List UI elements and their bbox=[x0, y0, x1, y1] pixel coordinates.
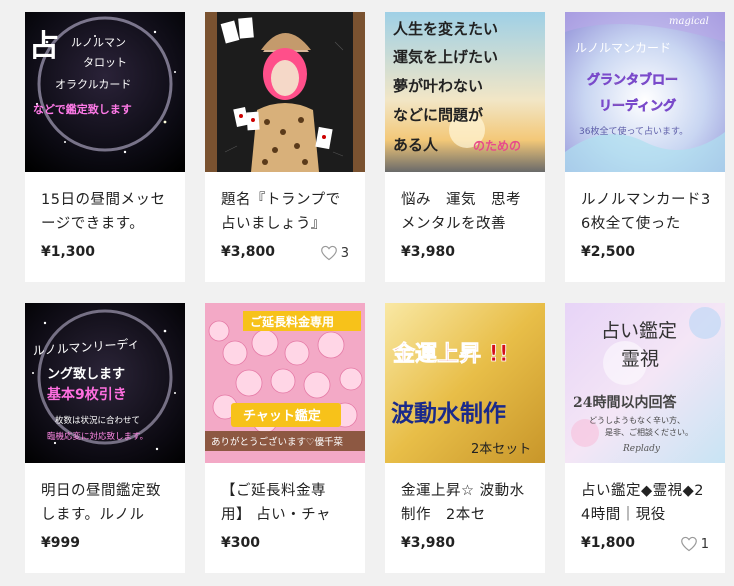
thumb-text: 36枚全て使って占います。 bbox=[579, 125, 688, 137]
item-card[interactable]: ご延長料金専用 チャット鑑定 ありがとうございます♡優千菜 【ご延長料金専用】 … bbox=[205, 303, 365, 573]
thumb-text: 24時間以内回答 bbox=[573, 394, 677, 411]
thumb-text: 是非、ご相談ください。 bbox=[605, 427, 693, 437]
thumb-text: グランタブロー bbox=[587, 72, 678, 88]
item-thumbnail[interactable]: magical ルノルマンカード グランタブロー リーディング 36枚全て使って… bbox=[565, 12, 725, 172]
item-thumbnail[interactable]: 占い鑑定 霊視 24時間以内回答 どうしようもなく辛い方、 是非、ご相談ください… bbox=[565, 303, 725, 463]
item-price: ¥1,300 bbox=[41, 244, 96, 260]
item-title: 占い鑑定◆霊視◆24時間｜現役 bbox=[581, 483, 705, 523]
item-price: ¥2,500 bbox=[581, 244, 636, 260]
like-count: 3 bbox=[340, 245, 349, 261]
thumb-text: 波動水制作 bbox=[391, 401, 506, 427]
item-title: 悩み 運気 思考メンタルを改善 bbox=[401, 192, 521, 232]
item-title: 【ご延長料金専用】 占い・チャ bbox=[221, 483, 331, 523]
thumb-text: 枚数は状況に合わせて bbox=[55, 415, 140, 426]
item-price: ¥300 bbox=[221, 535, 260, 551]
thumb-text: ある人 bbox=[393, 136, 439, 154]
thumb-text: 金運上昇 !! bbox=[392, 341, 509, 367]
item-price: ¥3,980 bbox=[401, 535, 456, 551]
item-card[interactable]: 金運上昇 !! 波動水制作 2本セット 金運上昇☆ 波動水制作 2本セ ¥3,9… bbox=[385, 303, 545, 573]
item-card[interactable]: ルノルマンリーディ ング致します 基本9枚引き 枚数は状況に合わせて 臨機応変に… bbox=[25, 303, 185, 573]
thumb-text: 占い鑑定 bbox=[601, 320, 677, 342]
thumb-text: オラクルカード bbox=[55, 78, 131, 91]
item-price: ¥3,980 bbox=[401, 244, 456, 260]
item-thumbnail[interactable]: ルノルマンリーディ ング致します 基本9枚引き 枚数は状況に合わせて 臨機応変に… bbox=[25, 303, 185, 463]
item-thumbnail[interactable]: 人生を変えたい 運気を上げたい 夢が叶わない などに問題が ある人 のための bbox=[385, 12, 545, 172]
item-card[interactable]: 占い鑑定 霊視 24時間以内回答 どうしようもなく辛い方、 是非、ご相談ください… bbox=[565, 303, 725, 573]
heart-outline-icon bbox=[680, 536, 697, 552]
item-price: ¥999 bbox=[41, 535, 80, 551]
heart-outline-icon bbox=[320, 245, 337, 261]
item-thumbnail[interactable] bbox=[205, 12, 365, 172]
item-card[interactable]: 題名『トランプで占いましょう』 ¥3,800 3 bbox=[205, 12, 365, 282]
thumb-text: 霊視 bbox=[621, 348, 659, 370]
item-title: 題名『トランプで占いましょう』 bbox=[221, 192, 341, 232]
item-title: 明日の昼間鑑定致します。ルノル bbox=[41, 483, 161, 523]
thumb-text: ルノルマンカード bbox=[575, 41, 671, 55]
item-price: ¥3,800 bbox=[221, 244, 276, 260]
like-button[interactable]: 3 bbox=[320, 244, 349, 262]
thumb-text: などに問題が bbox=[393, 106, 484, 124]
item-card[interactable]: 人生を変えたい 運気を上げたい 夢が叶わない などに問題が ある人 のための 悩… bbox=[385, 12, 545, 282]
item-title: ルノルマンカード36枚全て使った bbox=[581, 192, 711, 232]
thumb-text: 人生を変えたい bbox=[393, 20, 498, 38]
item-thumbnail[interactable]: ご延長料金専用 チャット鑑定 ありがとうございます♡優千菜 bbox=[205, 303, 365, 463]
like-button[interactable]: 1 bbox=[680, 535, 709, 553]
thumb-text: 占 bbox=[29, 29, 59, 64]
thumb-text: 夢が叶わない bbox=[393, 77, 483, 95]
thumb-text: チャット鑑定 bbox=[243, 408, 321, 424]
item-card[interactable]: magical ルノルマンカード グランタブロー リーディング 36枚全て使って… bbox=[565, 12, 725, 282]
item-grid: 占 ルノルマン タロット オラクルカード などで鑑定致します 15日の昼間メッセ… bbox=[0, 0, 734, 586]
thumb-text: 基本9枚引き bbox=[47, 386, 127, 403]
thumb-text: ご延長料金専用 bbox=[250, 314, 334, 329]
like-count: 1 bbox=[700, 536, 709, 552]
item-thumbnail[interactable]: 占 ルノルマン タロット オラクルカード などで鑑定致します bbox=[25, 12, 185, 172]
thumb-text: 運気を上げたい bbox=[393, 48, 498, 66]
thumb-text: 臨機応変に対応致します。 bbox=[47, 431, 148, 442]
thumb-text: ありがとうございます♡優千菜 bbox=[211, 436, 344, 448]
thumb-text: magical bbox=[669, 16, 709, 27]
thumb-text: どうしようもなく辛い方、 bbox=[589, 415, 685, 425]
item-title: 15日の昼間メッセージできます。 bbox=[41, 192, 166, 232]
thumb-text: リーディング bbox=[599, 98, 676, 114]
thumb-text: ルノルマン bbox=[71, 36, 126, 49]
thumb-text: タロット bbox=[83, 56, 127, 69]
item-price: ¥1,800 bbox=[581, 535, 636, 551]
thumb-text: ング致します bbox=[47, 366, 125, 382]
item-thumbnail[interactable]: 金運上昇 !! 波動水制作 2本セット bbox=[385, 303, 545, 463]
item-card[interactable]: 占 ルノルマン タロット オラクルカード などで鑑定致します 15日の昼間メッセ… bbox=[25, 12, 185, 282]
thumb-text: などで鑑定致します bbox=[33, 102, 132, 116]
thumb-text: のための bbox=[473, 139, 521, 153]
item-title: 金運上昇☆ 波動水制作 2本セ bbox=[401, 483, 525, 523]
thumb-text: Replady bbox=[622, 444, 661, 454]
thumb-text: 2本セット bbox=[471, 442, 531, 457]
